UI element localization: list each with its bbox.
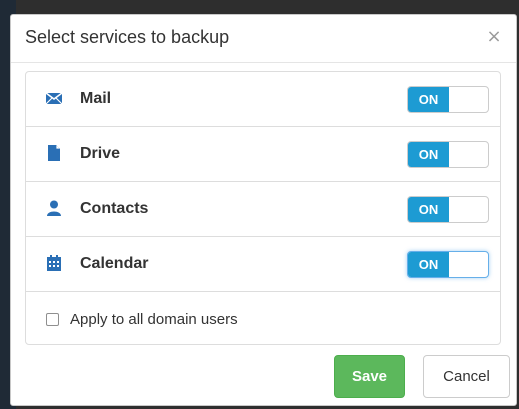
toggle-drive[interactable]: ON bbox=[407, 141, 489, 168]
toggle-on-label: ON bbox=[408, 252, 449, 277]
service-row-drive: Drive ON bbox=[26, 127, 500, 182]
close-button[interactable]: × bbox=[484, 27, 504, 47]
calendar-icon bbox=[45, 254, 63, 272]
mail-icon bbox=[45, 89, 63, 107]
service-label-mail: Mail bbox=[80, 90, 112, 107]
apply-all-row: Apply to all domain users bbox=[26, 292, 500, 346]
dialog-header: Select services to backup × bbox=[11, 15, 516, 63]
service-label-drive: Drive bbox=[80, 145, 121, 162]
service-label-calendar: Calendar bbox=[80, 255, 149, 272]
save-button[interactable]: Save bbox=[334, 355, 405, 398]
user-icon bbox=[45, 199, 63, 217]
service-label-contacts: Contacts bbox=[80, 200, 149, 217]
file-icon bbox=[45, 144, 63, 162]
service-row-calendar: Calendar ON bbox=[26, 237, 500, 292]
apply-all-checkbox[interactable] bbox=[46, 313, 59, 326]
services-panel: Mail ON Drive ON Contacts ON Calendar ON… bbox=[25, 71, 501, 345]
apply-all-label[interactable]: Apply to all domain users bbox=[70, 311, 238, 328]
toggle-mail[interactable]: ON bbox=[407, 86, 489, 113]
toggle-on-label: ON bbox=[408, 197, 449, 222]
cancel-button[interactable]: Cancel bbox=[423, 355, 510, 398]
toggle-contacts[interactable]: ON bbox=[407, 196, 489, 223]
toggle-calendar[interactable]: ON bbox=[407, 251, 489, 278]
toggle-on-label: ON bbox=[408, 87, 449, 112]
toggle-on-label: ON bbox=[408, 142, 449, 167]
backup-services-dialog: Select services to backup × Mail ON Driv… bbox=[10, 14, 517, 406]
dialog-title: Select services to backup bbox=[25, 27, 230, 47]
service-row-mail: Mail ON bbox=[26, 72, 500, 127]
service-row-contacts: Contacts ON bbox=[26, 182, 500, 237]
